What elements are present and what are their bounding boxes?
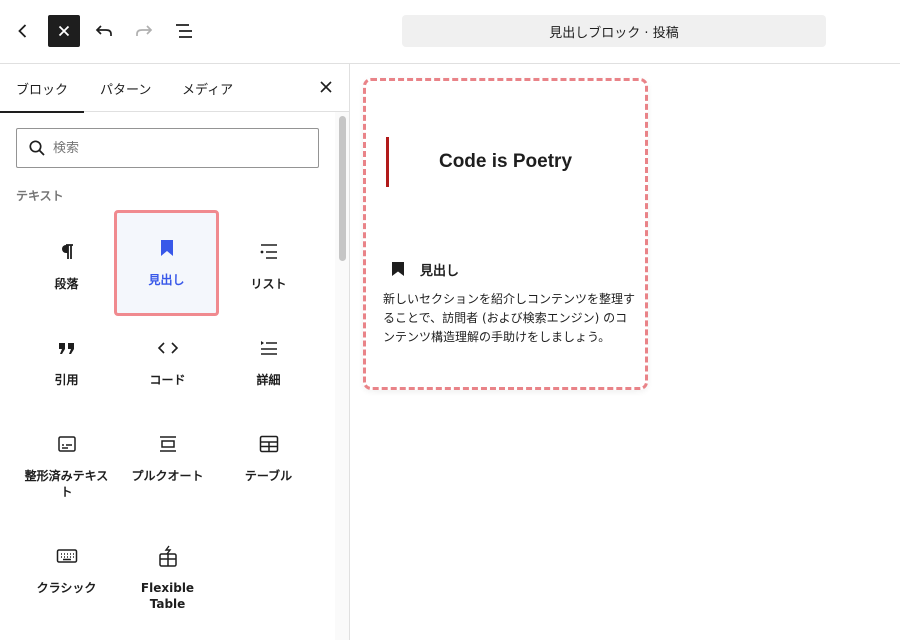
- undo-button[interactable]: [87, 14, 121, 48]
- preview-heading: Code is Poetry: [438, 151, 573, 172]
- preview-description: 新しいセクションを紹介しコンテンツを整理することで、訪問者 (および検索エンジン…: [383, 292, 636, 344]
- tab-patterns[interactable]: パターン: [100, 64, 151, 112]
- block-item-flexible-table[interactable]: Flexible Table: [117, 518, 218, 628]
- preformatted-icon: [55, 432, 79, 456]
- inserter-tabs: ブロック パターン メディア: [0, 64, 349, 113]
- block-item-pullquote[interactable]: プルクオート: [117, 406, 218, 502]
- search-field[interactable]: [16, 128, 319, 168]
- block-item-classic[interactable]: クラシック: [16, 518, 117, 614]
- preview-block-info: 見出し: [388, 259, 459, 279]
- category-title: テキスト: [16, 189, 64, 203]
- editor-header: 見出しブロック · 投稿: [0, 0, 900, 64]
- inserter-scrollbar[interactable]: [335, 112, 349, 640]
- block-label: リスト: [250, 277, 287, 291]
- preview-block-name: 見出し: [420, 263, 460, 279]
- block-item-quote[interactable]: 引用: [16, 310, 117, 406]
- redo-icon: [133, 20, 155, 42]
- block-label: Flexible Table: [140, 581, 195, 611]
- block-label: テーブル: [244, 469, 293, 483]
- back-button[interactable]: [6, 14, 40, 48]
- close-panel-button[interactable]: [312, 74, 340, 102]
- chevron-left-icon: [13, 21, 33, 41]
- tab-media[interactable]: メディア: [182, 64, 233, 112]
- search-input[interactable]: [53, 140, 303, 156]
- block-item-preformatted[interactable]: 整形済みテキスト: [16, 406, 117, 516]
- block-item-table[interactable]: テーブル: [218, 406, 319, 502]
- block-item-code[interactable]: コード: [117, 310, 218, 406]
- block-item-list[interactable]: リスト: [218, 214, 319, 310]
- block-label: コード: [149, 373, 186, 387]
- list-view-icon: [173, 20, 195, 42]
- flexible-table-icon: [156, 544, 180, 568]
- block-label: 見出し: [148, 273, 185, 287]
- details-icon: [257, 336, 281, 360]
- block-preview-card: Code is Poetry 見出し 新しいセクションを紹介しコンテンツを整理す…: [363, 78, 648, 390]
- pullquote-icon: [156, 432, 180, 456]
- block-item-heading[interactable]: 見出し: [114, 210, 219, 316]
- paragraph-icon: [55, 240, 79, 264]
- close-inserter-button[interactable]: [48, 15, 80, 47]
- list-icon: [257, 240, 281, 264]
- code-icon: [156, 336, 180, 360]
- table-icon: [257, 432, 281, 456]
- keyboard-icon: [55, 544, 79, 568]
- document-title-bar[interactable]: 見出しブロック · 投稿: [402, 15, 826, 47]
- quote-icon: [55, 336, 79, 360]
- block-item-paragraph[interactable]: 段落: [16, 214, 117, 310]
- search-icon: [27, 138, 47, 158]
- block-label: 整形済みテキスト: [24, 469, 109, 499]
- bookmark-icon: [388, 259, 408, 279]
- redo-button[interactable]: [127, 14, 161, 48]
- block-label: 詳細: [256, 373, 281, 387]
- block-label: 段落: [54, 277, 79, 291]
- block-label: クラシック: [36, 581, 97, 595]
- block-label: プルクオート: [131, 469, 204, 483]
- block-label: 引用: [54, 373, 79, 387]
- tab-blocks[interactable]: ブロック: [0, 64, 84, 113]
- close-icon: [56, 23, 72, 39]
- block-item-details[interactable]: 詳細: [218, 310, 319, 406]
- bookmark-icon: [155, 236, 179, 260]
- undo-icon: [93, 20, 115, 42]
- list-view-button[interactable]: [167, 14, 201, 48]
- block-inserter-panel: ブロック パターン メディア テキスト 段落 見出し: [0, 64, 350, 640]
- scrollbar-thumb[interactable]: [339, 116, 346, 261]
- close-icon: [319, 79, 333, 98]
